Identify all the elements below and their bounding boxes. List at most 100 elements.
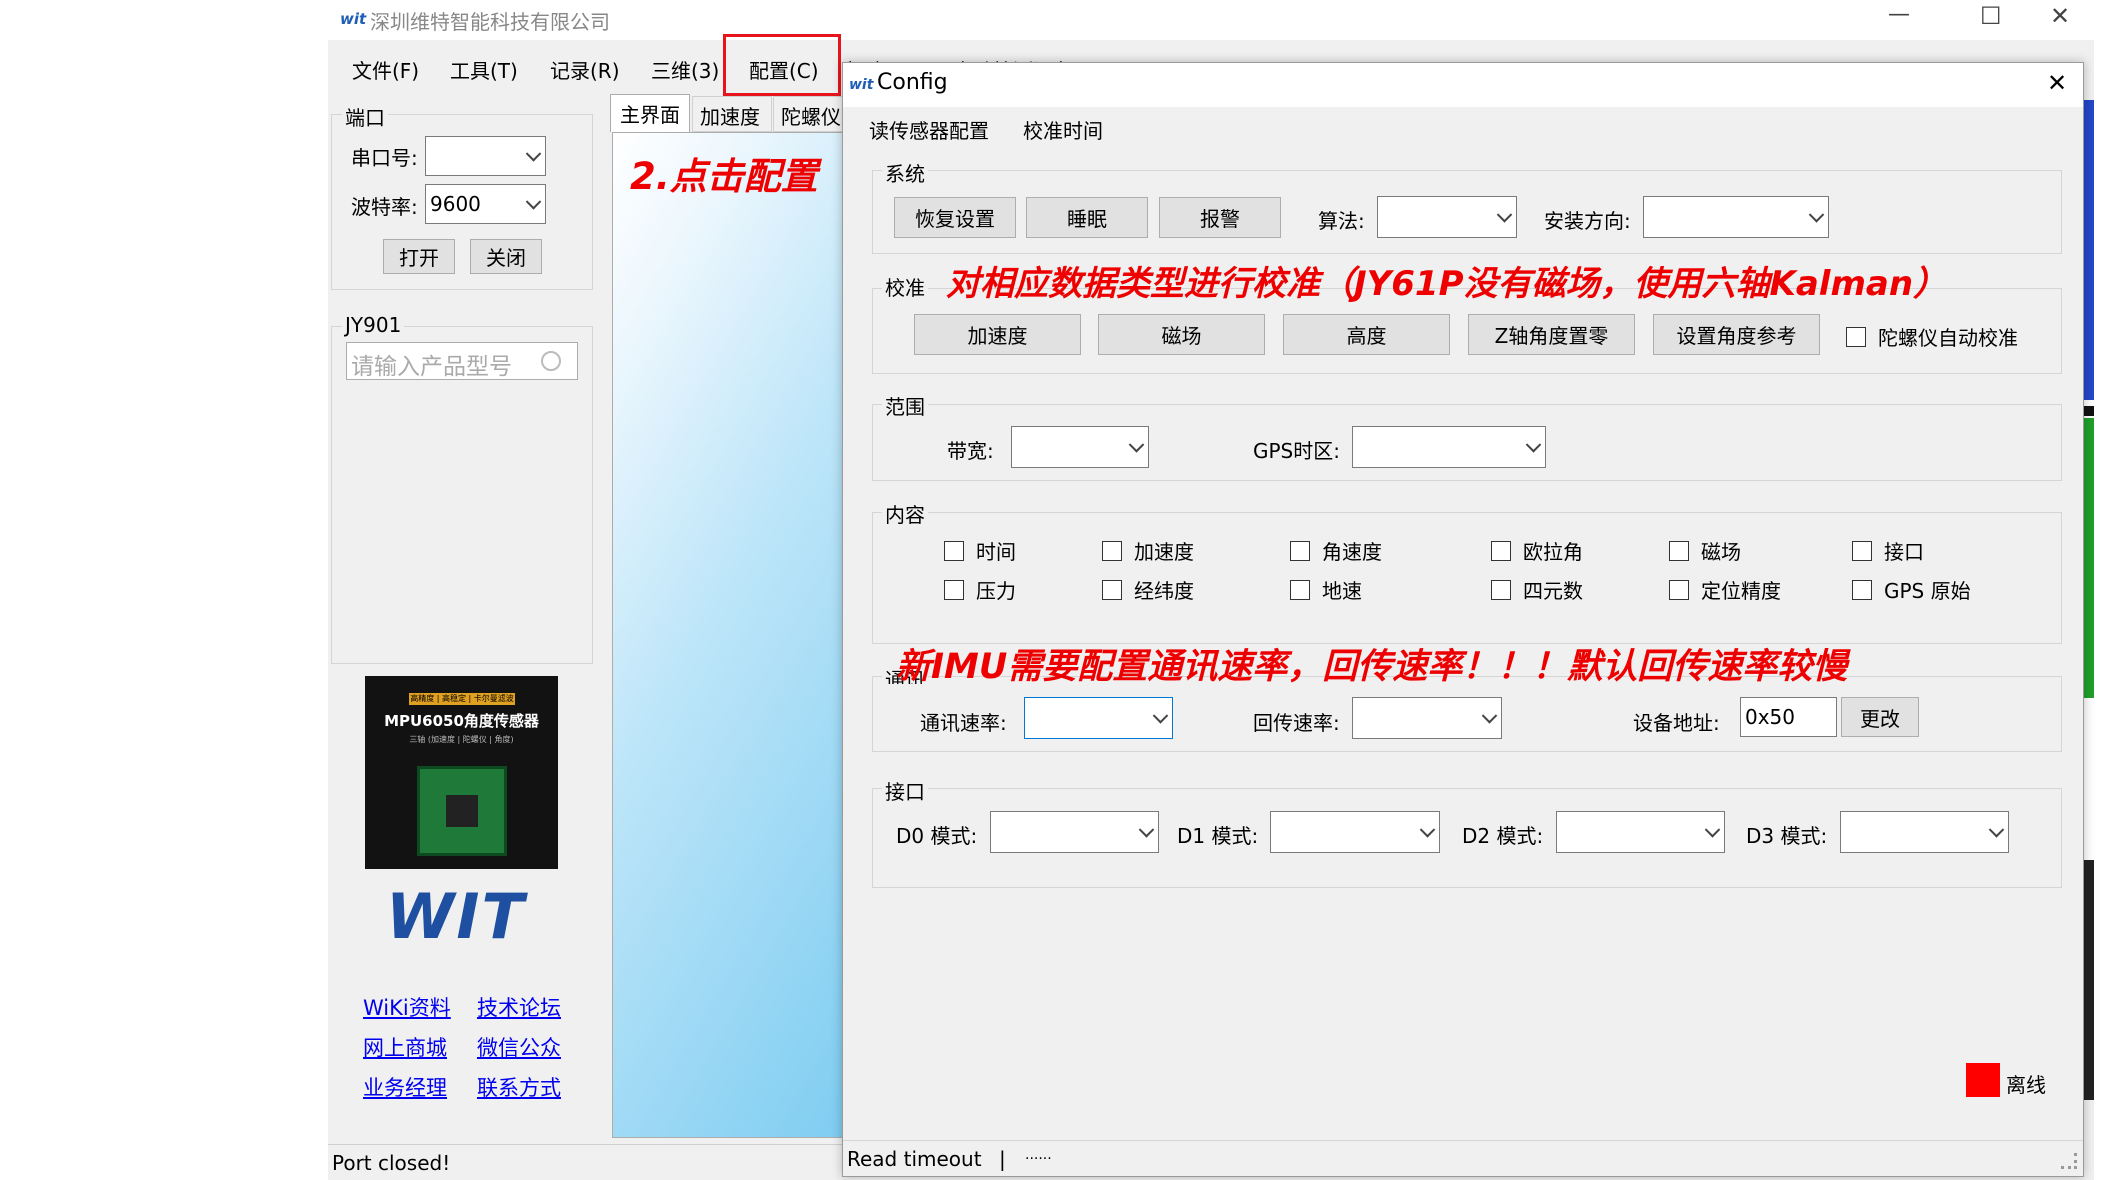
calib-height-button[interactable]: 高度: [1283, 314, 1450, 355]
resize-grip-icon[interactable]: [2061, 1153, 2077, 1169]
algorithm-label: 算法:: [1318, 209, 1365, 233]
comm-rate-select[interactable]: [1024, 697, 1173, 739]
rate-annotation: 新IMU需要配置通讯速率，回传速率！！！默认回传速率较慢: [896, 647, 1848, 687]
system-group-title: 系统: [882, 158, 928, 187]
chevron-down-icon: [1496, 207, 1513, 223]
step2-annotation: 2.点击配置: [630, 155, 818, 198]
tab-acceleration[interactable]: 加速度: [692, 96, 772, 132]
content-euler-checkbox[interactable]: 欧拉角: [1491, 536, 1583, 565]
maximize-button[interactable]: ☐: [1980, 2, 2002, 30]
config-close-button[interactable]: ✕: [2047, 69, 2067, 97]
chevron-down-icon: [1525, 437, 1542, 453]
menu-3d[interactable]: 三维(3): [651, 55, 719, 84]
title-bar: wit 深圳维特智能科技有限公司 — ☐ ✕: [328, 0, 2114, 40]
product-group-title: JY901: [342, 313, 405, 337]
content-latlon-checkbox[interactable]: 经纬度: [1102, 575, 1194, 604]
gps-timezone-label: GPS时区:: [1253, 439, 1340, 463]
chevron-down-icon: [525, 146, 542, 162]
d3-mode-label: D3 模式:: [1746, 824, 1828, 848]
d0-mode-select[interactable]: [990, 811, 1159, 853]
d2-mode-select[interactable]: [1556, 811, 1725, 853]
d2-mode-label: D2 模式:: [1462, 824, 1544, 848]
port-label: 串口号:: [351, 146, 418, 170]
wit-logo: WIT: [386, 880, 526, 953]
interface-group-title: 接口: [882, 776, 928, 805]
content-quaternion-checkbox[interactable]: 四元数: [1491, 575, 1583, 604]
tab-gyro[interactable]: 陀螺仪: [773, 96, 843, 132]
gps-timezone-select[interactable]: [1352, 426, 1546, 468]
chevron-down-icon: [1128, 437, 1145, 453]
d3-mode-select[interactable]: [1840, 811, 2009, 853]
calib-acceleration-button[interactable]: 加速度: [914, 314, 1081, 355]
algorithm-select[interactable]: [1377, 196, 1517, 238]
calibration-group-title: 校准: [882, 272, 928, 301]
change-address-button[interactable]: 更改: [1841, 697, 1919, 737]
bandwidth-select[interactable]: [1011, 426, 1149, 468]
product-ad-image: 高精度 | 高稳定 | 卡尔曼滤波 MPU6050角度传感器 三轴 (加速度 |…: [365, 676, 558, 869]
product-search-input[interactable]: 请输入产品型号: [346, 342, 578, 380]
content-acceleration-checkbox[interactable]: 加速度: [1102, 536, 1194, 565]
gyro-auto-calib-checkbox[interactable]: 陀螺仪自动校准: [1846, 322, 2018, 351]
z-angle-zero-button[interactable]: Z轴角度置零: [1468, 314, 1635, 355]
config-title: Config: [877, 70, 948, 95]
chevron-down-icon: [1808, 207, 1825, 223]
content-group-title: 内容: [882, 499, 928, 528]
link-shop[interactable]: 网上商城: [363, 1032, 447, 1062]
link-wiki[interactable]: WiKi资料: [363, 992, 451, 1022]
content-angular-velocity-checkbox[interactable]: 角速度: [1290, 536, 1382, 565]
menu-file[interactable]: 文件(F): [352, 55, 419, 84]
content-pressure-checkbox[interactable]: 压力: [944, 575, 1016, 604]
d1-mode-select[interactable]: [1270, 811, 1440, 853]
chevron-down-icon: [1419, 822, 1436, 838]
sleep-button[interactable]: 睡眠: [1026, 197, 1148, 238]
content-gps-raw-checkbox[interactable]: GPS 原始: [1852, 575, 1971, 604]
close-window-button[interactable]: ✕: [2050, 2, 2070, 30]
minimize-button[interactable]: —: [1888, 2, 1910, 27]
tab-main[interactable]: 主界面: [610, 94, 690, 132]
calib-magnetic-button[interactable]: 磁场: [1098, 314, 1265, 355]
chevron-down-icon: [1152, 708, 1169, 724]
chevron-down-icon: [1481, 708, 1498, 724]
port-select[interactable]: [425, 136, 546, 176]
content-time-checkbox[interactable]: 时间: [944, 536, 1016, 565]
menu-tools[interactable]: 工具(T): [450, 55, 518, 84]
install-direction-select[interactable]: [1643, 196, 1829, 238]
comm-rate-label: 通讯速率:: [920, 711, 1007, 735]
return-rate-label: 回传速率:: [1253, 711, 1340, 735]
calibrate-annotation: 对相应数据类型进行校准（JY61P没有磁场，使用六轴Kalman）: [946, 264, 1948, 304]
device-address-input[interactable]: 0x50: [1740, 697, 1837, 737]
link-contact[interactable]: 联系方式: [477, 1072, 561, 1102]
link-forum[interactable]: 技术论坛: [477, 992, 561, 1022]
content-ground-speed-checkbox[interactable]: 地速: [1290, 575, 1362, 604]
close-port-button[interactable]: 关闭: [470, 239, 542, 274]
chevron-down-icon: [1138, 822, 1155, 838]
return-rate-select[interactable]: [1352, 697, 1502, 739]
baud-select[interactable]: 9600: [425, 184, 546, 224]
status-dots: ......: [1025, 1147, 1052, 1163]
chevron-down-icon: [1704, 822, 1721, 838]
content-port-checkbox[interactable]: 接口: [1852, 536, 1924, 565]
config-menu-highlight: [723, 34, 841, 96]
sensor-board-icon: [417, 766, 507, 856]
d0-mode-label: D0 模式:: [896, 824, 978, 848]
link-wechat[interactable]: 微信公众: [477, 1032, 561, 1062]
window-title: 深圳维特智能科技有限公司: [370, 10, 610, 34]
menu-record[interactable]: 记录(R): [550, 55, 620, 84]
offline-label: 离线: [2006, 1073, 2046, 1097]
range-group-title: 范围: [882, 391, 928, 420]
d1-mode-label: D1 模式:: [1177, 824, 1259, 848]
search-icon: [541, 351, 561, 371]
subtab-calib-time[interactable]: 校准时间: [1023, 115, 1103, 144]
content-positioning-accuracy-checkbox[interactable]: 定位精度: [1669, 575, 1781, 604]
install-direction-label: 安装方向:: [1544, 209, 1631, 233]
open-button[interactable]: 打开: [383, 239, 455, 274]
set-angle-reference-button[interactable]: 设置角度参考: [1653, 314, 1820, 355]
alarm-button[interactable]: 报警: [1159, 197, 1281, 238]
content-magnetic-checkbox[interactable]: 磁场: [1669, 536, 1741, 565]
link-sales[interactable]: 业务经理: [363, 1072, 447, 1102]
subtab-read-config[interactable]: 读传感器配置: [869, 115, 989, 144]
config-logo-icon: wit: [849, 77, 874, 93]
restore-settings-button[interactable]: 恢复设置: [894, 197, 1016, 238]
baud-label: 波特率:: [351, 195, 418, 219]
app-logo-icon: wit: [340, 10, 367, 28]
